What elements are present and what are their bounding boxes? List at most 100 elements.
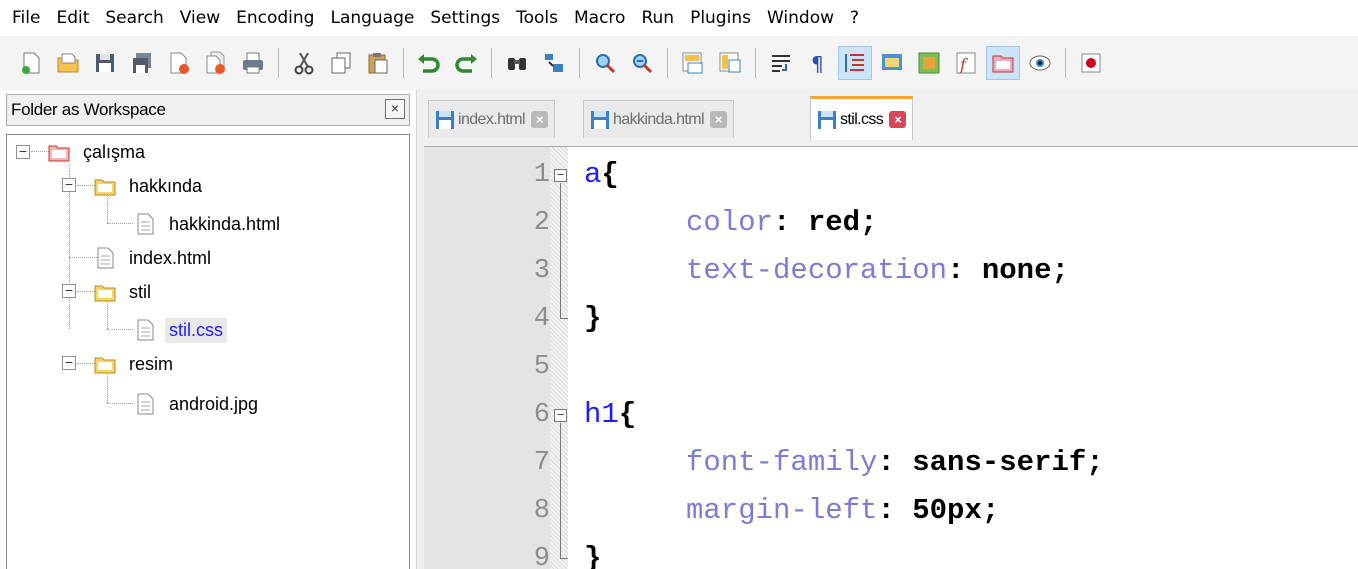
css-colon: : bbox=[877, 494, 895, 527]
tree-item-resim-folder[interactable]: resim bbox=[93, 347, 177, 381]
tree-collapse-toggle[interactable]: − bbox=[62, 177, 76, 192]
panel-splitter[interactable] bbox=[416, 90, 424, 569]
menu-edit[interactable]: Edit bbox=[48, 0, 97, 36]
paste-icon[interactable] bbox=[361, 46, 395, 80]
tree-item-label: index.html bbox=[129, 247, 212, 268]
tree-item-stil-css[interactable]: stil.css bbox=[133, 313, 227, 347]
sync-vertical-icon[interactable] bbox=[676, 46, 710, 80]
tree-item-label: stil bbox=[129, 281, 151, 302]
css-colon: : bbox=[947, 254, 965, 287]
tree-guide bbox=[107, 403, 133, 404]
user-defined-language-icon[interactable] bbox=[875, 46, 909, 80]
new-file-icon[interactable] bbox=[14, 46, 48, 80]
sync-horizontal-icon[interactable] bbox=[713, 46, 747, 80]
print-icon[interactable] bbox=[236, 46, 270, 80]
tab-hakkinda-html[interactable]: hakkinda.html × bbox=[583, 100, 734, 138]
tree-item-hakkinda-folder[interactable]: hakkında bbox=[93, 169, 206, 203]
folder-icon bbox=[94, 357, 116, 374]
zoom-out-icon[interactable] bbox=[625, 46, 659, 80]
folder-as-workspace-icon[interactable] bbox=[986, 46, 1020, 80]
document-map-icon[interactable] bbox=[912, 46, 946, 80]
menu-window[interactable]: Window bbox=[759, 0, 842, 36]
panel-close-button[interactable]: × bbox=[385, 99, 405, 119]
menu-settings[interactable]: Settings bbox=[422, 0, 508, 36]
tab-close-button[interactable]: × bbox=[889, 111, 907, 128]
fold-toggle[interactable]: − bbox=[554, 168, 567, 182]
menu-tools[interactable]: Tools bbox=[508, 0, 566, 36]
copy-icon[interactable] bbox=[324, 46, 358, 80]
tree-item-index-html[interactable]: index.html bbox=[93, 241, 215, 275]
menu-file[interactable]: File bbox=[4, 0, 48, 36]
line-number: 2 bbox=[533, 208, 550, 238]
line-number: 7 bbox=[533, 448, 550, 478]
line-number-gutter: 1 2 3 4 5 6 7 8 9 bbox=[424, 147, 550, 569]
monitoring-icon[interactable] bbox=[1023, 46, 1057, 80]
code-line-7: font-family: sans-serif; bbox=[686, 439, 1104, 487]
css-brace: { bbox=[601, 158, 619, 191]
fold-end bbox=[560, 558, 568, 559]
css-value: sans-serif; bbox=[912, 446, 1104, 479]
function-list-icon[interactable]: f bbox=[949, 46, 983, 80]
css-colon: : bbox=[877, 446, 895, 479]
save-icon[interactable] bbox=[88, 46, 122, 80]
menu-run[interactable]: Run bbox=[633, 0, 682, 36]
fold-line bbox=[560, 183, 561, 318]
show-all-characters-icon[interactable]: ¶ bbox=[801, 46, 835, 80]
tree-collapse-toggle[interactable]: − bbox=[62, 283, 76, 298]
menu-view[interactable]: View bbox=[172, 0, 228, 36]
toolbar-separator bbox=[403, 48, 404, 78]
menu-help[interactable]: ? bbox=[842, 0, 867, 36]
tab-close-button[interactable]: × bbox=[530, 111, 548, 128]
tab-index-html[interactable]: index.html × bbox=[428, 100, 555, 138]
toolbar-separator bbox=[579, 48, 580, 78]
tree-item-stil-folder[interactable]: stil bbox=[93, 275, 155, 309]
tree-collapse-toggle[interactable]: − bbox=[62, 355, 76, 370]
open-file-icon[interactable] bbox=[51, 46, 85, 80]
record-macro-icon[interactable] bbox=[1074, 46, 1108, 80]
zoom-in-icon[interactable] bbox=[588, 46, 622, 80]
code-line-6: h1{ bbox=[584, 391, 636, 439]
menu-encoding[interactable]: Encoding bbox=[228, 0, 322, 36]
menu-plugins[interactable]: Plugins bbox=[682, 0, 759, 36]
panel-title: Folder as Workspace bbox=[11, 100, 166, 119]
cut-icon[interactable] bbox=[287, 46, 321, 80]
file-icon bbox=[97, 247, 114, 269]
tree-item-hakkinda-html[interactable]: hakkinda.html bbox=[133, 207, 284, 241]
toolbar-separator bbox=[491, 48, 492, 78]
toolbar: ¶ f bbox=[0, 36, 1358, 90]
line-number: 1 bbox=[533, 160, 550, 190]
save-all-icon[interactable] bbox=[125, 46, 159, 80]
fold-margin bbox=[550, 147, 568, 569]
word-wrap-icon[interactable] bbox=[764, 46, 798, 80]
css-value: red; bbox=[807, 206, 878, 239]
code-line-2: color: red; bbox=[686, 199, 877, 247]
line-number: 6 bbox=[533, 400, 550, 430]
indent-guide-icon[interactable] bbox=[838, 46, 872, 80]
toolbar-separator bbox=[755, 48, 756, 78]
find-icon[interactable] bbox=[500, 46, 534, 80]
tree-item-label: resim bbox=[129, 353, 173, 374]
menu-search[interactable]: Search bbox=[97, 0, 171, 36]
folder-as-workspace-panel: Folder as Workspace × − çalışma − hakkın… bbox=[0, 90, 416, 569]
saved-file-icon bbox=[591, 110, 609, 129]
redo-icon[interactable] bbox=[449, 46, 483, 80]
close-all-icon[interactable] bbox=[199, 46, 233, 80]
menu-macro[interactable]: Macro bbox=[566, 0, 633, 36]
tab-close-button[interactable]: × bbox=[709, 111, 727, 128]
tree-collapse-toggle[interactable]: − bbox=[16, 144, 30, 159]
close-icon[interactable] bbox=[162, 46, 196, 80]
folder-icon bbox=[94, 179, 116, 196]
code-editor[interactable]: 1 2 3 4 5 6 7 8 9 − − a{ color: red; tex… bbox=[424, 146, 1358, 569]
tree-item-android-jpg[interactable]: android.jpg bbox=[133, 387, 262, 421]
tab-stil-css[interactable]: stil.css × bbox=[810, 96, 914, 140]
line-number: 8 bbox=[533, 496, 550, 526]
menu-language[interactable]: Language bbox=[322, 0, 422, 36]
undo-icon[interactable] bbox=[412, 46, 446, 80]
tree-item-label: hakkında bbox=[129, 175, 203, 196]
line-number: 9 bbox=[533, 544, 550, 569]
css-property: text-decoration bbox=[686, 254, 948, 287]
tree-item-root-folder[interactable]: çalışma bbox=[47, 135, 149, 169]
tree-item-label: stil.css bbox=[165, 317, 227, 343]
fold-toggle[interactable]: − bbox=[554, 408, 567, 422]
replace-icon[interactable] bbox=[537, 46, 571, 80]
